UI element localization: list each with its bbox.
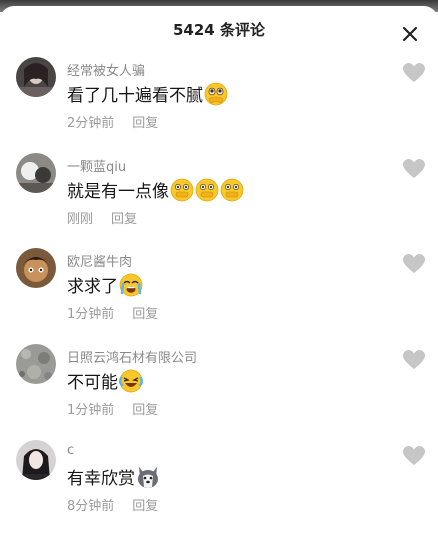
praying-eyes-emoji-icon <box>204 82 228 105</box>
covering-mouth-emoji-icon <box>220 178 244 201</box>
comment-text-content: 就是有一点像 <box>67 182 169 202</box>
comment-username[interactable]: 日照云鸿石材有限公司 <box>67 347 197 366</box>
avatar[interactable] <box>16 344 56 384</box>
avatar[interactable] <box>16 248 56 288</box>
laughing-tears-emoji-icon <box>119 369 143 392</box>
crying-emoji-icon <box>119 273 143 296</box>
comment-username[interactable]: c <box>67 443 74 458</box>
comment-text: 就是有一点像 <box>67 177 244 202</box>
comment-username[interactable]: 一颗蓝qiu <box>67 156 126 175</box>
comment-text: 求求了 <box>67 272 143 297</box>
avatar[interactable] <box>16 153 56 193</box>
comment-count-title: 5424 条评论 <box>173 21 265 39</box>
comment-time: 刚刚 <box>67 212 94 227</box>
heart-icon[interactable] <box>403 254 425 274</box>
covering-mouth-emoji-icon <box>195 178 219 201</box>
comment-text: 看了几十遍看不腻 <box>67 81 228 106</box>
comment-time: 2分钟前 <box>67 116 115 131</box>
comment-item: c 有幸欣赏 8分钟前 回复 <box>0 440 438 536</box>
comment-text-content: 看了几十遍看不腻 <box>67 86 203 106</box>
heart-icon[interactable] <box>403 446 425 466</box>
comment-username[interactable]: 经常被女人骗 <box>67 60 145 79</box>
reply-button[interactable]: 回复 <box>132 307 158 322</box>
comment-text-content: 求求了 <box>67 277 118 297</box>
heart-icon[interactable] <box>403 350 425 370</box>
comment-text-content: 有幸欣赏 <box>67 469 135 489</box>
comment-item: 欧尼酱牛肉 求求了 1分钟前 回复 <box>0 248 438 344</box>
avatar[interactable] <box>16 440 56 480</box>
comment-text: 不可能 <box>67 368 143 393</box>
close-icon[interactable] <box>400 24 420 44</box>
comment-text-content: 不可能 <box>67 373 118 393</box>
reply-button[interactable]: 回复 <box>132 403 158 418</box>
comment-meta: 8分钟前 回复 <box>67 495 158 514</box>
comment-meta: 1分钟前 回复 <box>67 303 158 322</box>
comment-time: 1分钟前 <box>67 403 115 418</box>
avatar[interactable] <box>16 57 56 97</box>
comment-meta: 刚刚 回复 <box>67 208 137 227</box>
husky-dog-emoji-icon <box>138 466 158 488</box>
comment-item: 经常被女人骗 看了几十遍看不腻 2分钟前 回复 <box>0 57 438 153</box>
comment-item: 一颗蓝qiu 就是有一点像 刚刚 回复 <box>0 153 438 249</box>
comment-text: 有幸欣赏 <box>67 464 160 489</box>
comment-time: 8分钟前 <box>67 499 115 514</box>
heart-icon[interactable] <box>403 159 425 179</box>
reply-button[interactable]: 回复 <box>111 212 137 227</box>
covering-mouth-emoji-icon <box>170 178 194 201</box>
comment-meta: 1分钟前 回复 <box>67 399 158 418</box>
reply-button[interactable]: 回复 <box>132 116 158 131</box>
heart-icon[interactable] <box>403 63 425 83</box>
comment-item: 日照云鸿石材有限公司 不可能 1分钟前 回复 <box>0 344 438 440</box>
comment-meta: 2分钟前 回复 <box>67 112 158 131</box>
reply-button[interactable]: 回复 <box>132 499 158 514</box>
comment-username[interactable]: 欧尼酱牛肉 <box>67 251 132 270</box>
comment-time: 1分钟前 <box>67 307 115 322</box>
